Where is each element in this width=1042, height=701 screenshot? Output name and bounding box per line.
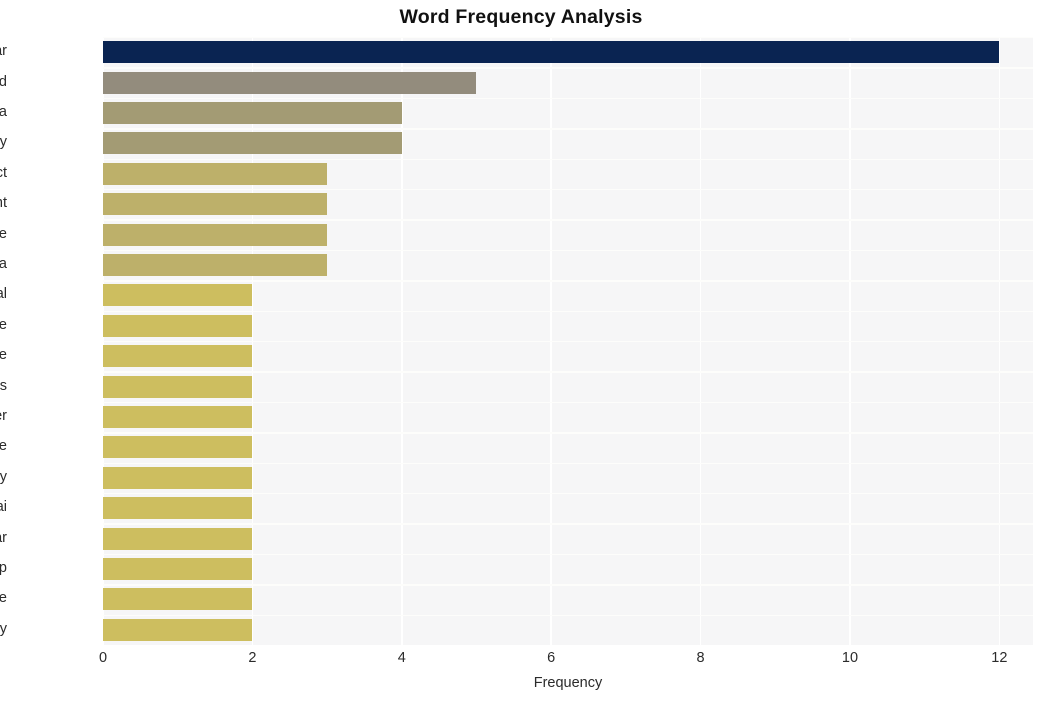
bar[interactable] bbox=[103, 162, 328, 185]
bar[interactable] bbox=[103, 618, 253, 641]
y-gridline bbox=[103, 401, 1033, 404]
bar[interactable] bbox=[103, 406, 253, 428]
bar[interactable] bbox=[103, 497, 253, 520]
word-frequency-bar-chart: Word Frequency Analysis myanmar thailand j… bbox=[0, 0, 1042, 701]
y-gridline bbox=[103, 249, 1033, 252]
bar[interactable] bbox=[103, 102, 402, 124]
x-axis-label: Frequency bbox=[533, 675, 603, 691]
bar[interactable] bbox=[103, 284, 253, 307]
y-gridline bbox=[103, 158, 1033, 160]
bar-row bbox=[103, 588, 1033, 611]
bar-row bbox=[103, 71, 1033, 94]
y-tick-label: peace bbox=[0, 590, 7, 607]
x-tick-label: 6 bbox=[547, 650, 556, 666]
bar-row bbox=[103, 497, 1033, 520]
y-gridline bbox=[103, 128, 1033, 130]
y-gridline bbox=[103, 341, 1033, 343]
y-gridline bbox=[103, 310, 1033, 312]
bar-row bbox=[103, 558, 1033, 580]
y-gridline bbox=[103, 553, 1033, 556]
bar[interactable] bbox=[103, 588, 253, 611]
y-gridline bbox=[103, 493, 1033, 495]
y-gridline bbox=[103, 523, 1033, 525]
x-tick-label: 8 bbox=[696, 650, 705, 666]
bar[interactable] bbox=[103, 41, 1000, 64]
y-tick-label: parnpree bbox=[0, 438, 7, 455]
y-tick-label: neutral bbox=[0, 286, 7, 303]
y-tick-label: conflict bbox=[0, 164, 7, 181]
bar-row bbox=[103, 436, 1033, 459]
x-tick-label: 12 bbox=[991, 650, 1008, 666]
y-tick-label: force bbox=[0, 347, 7, 364]
bar-row bbox=[103, 41, 1033, 64]
bar[interactable] bbox=[103, 527, 253, 550]
y-gridline bbox=[103, 371, 1033, 373]
y-gridline bbox=[103, 189, 1033, 191]
y-gridline bbox=[103, 614, 1033, 616]
bar[interactable] bbox=[103, 254, 328, 276]
bar-row bbox=[103, 618, 1033, 641]
y-tick-label: myanmar bbox=[0, 43, 7, 60]
x-tick-label: 0 bbox=[98, 650, 108, 666]
y-tick-label: military bbox=[0, 134, 7, 151]
y-gridline bbox=[103, 97, 1033, 100]
y-tick-label: include bbox=[0, 225, 7, 242]
y-tick-label: srettha bbox=[0, 256, 7, 272]
y-gridline bbox=[103, 462, 1033, 464]
bar-row bbox=[103, 223, 1033, 246]
y-tick-label: war bbox=[0, 529, 7, 546]
bar[interactable] bbox=[103, 314, 253, 337]
y-tick-label: people bbox=[0, 316, 7, 333]
bar[interactable] bbox=[103, 71, 477, 94]
bar-row bbox=[103, 254, 1033, 276]
y-tick-label: tuesday bbox=[0, 468, 7, 485]
bar-row bbox=[103, 466, 1033, 489]
bar-row bbox=[103, 132, 1033, 155]
bar-row bbox=[103, 406, 1033, 428]
y-gridline bbox=[103, 280, 1033, 282]
bar[interactable] bbox=[103, 466, 253, 489]
y-tick-label: junta bbox=[0, 104, 7, 120]
y-gridline bbox=[103, 37, 1033, 39]
bar-row bbox=[103, 162, 1033, 185]
y-gridline bbox=[103, 584, 1033, 586]
bar-row bbox=[103, 284, 1033, 307]
bar[interactable] bbox=[103, 132, 402, 155]
x-tick-label: 4 bbox=[397, 650, 406, 666]
x-tick-label: 2 bbox=[248, 650, 257, 666]
bar-row bbox=[103, 193, 1033, 216]
bar[interactable] bbox=[103, 223, 328, 246]
y-tick-label: insurgency bbox=[0, 620, 7, 637]
bar-row bbox=[103, 102, 1033, 124]
bar[interactable] bbox=[103, 558, 253, 580]
chart-title: Word Frequency Analysis bbox=[399, 6, 643, 28]
bar[interactable] bbox=[103, 345, 253, 368]
y-gridline bbox=[103, 219, 1033, 221]
bar-row bbox=[103, 314, 1033, 337]
y-tick-label: group bbox=[0, 560, 7, 576]
y-gridline bbox=[103, 67, 1033, 69]
x-tick-label: 10 bbox=[841, 650, 859, 666]
bar-row bbox=[103, 527, 1033, 550]
plot-area bbox=[103, 37, 1033, 645]
y-tick-label: thai bbox=[0, 499, 7, 516]
y-tick-label: government bbox=[0, 195, 7, 212]
bar[interactable] bbox=[103, 193, 328, 216]
bar-row bbox=[103, 345, 1033, 368]
y-tick-label: reuters bbox=[0, 377, 7, 394]
y-tick-label: minister bbox=[0, 408, 7, 424]
bar[interactable] bbox=[103, 436, 253, 459]
bar-row bbox=[103, 375, 1033, 398]
y-tick-label: thailand bbox=[0, 73, 7, 90]
bar[interactable] bbox=[103, 375, 253, 398]
y-gridline bbox=[103, 432, 1033, 434]
